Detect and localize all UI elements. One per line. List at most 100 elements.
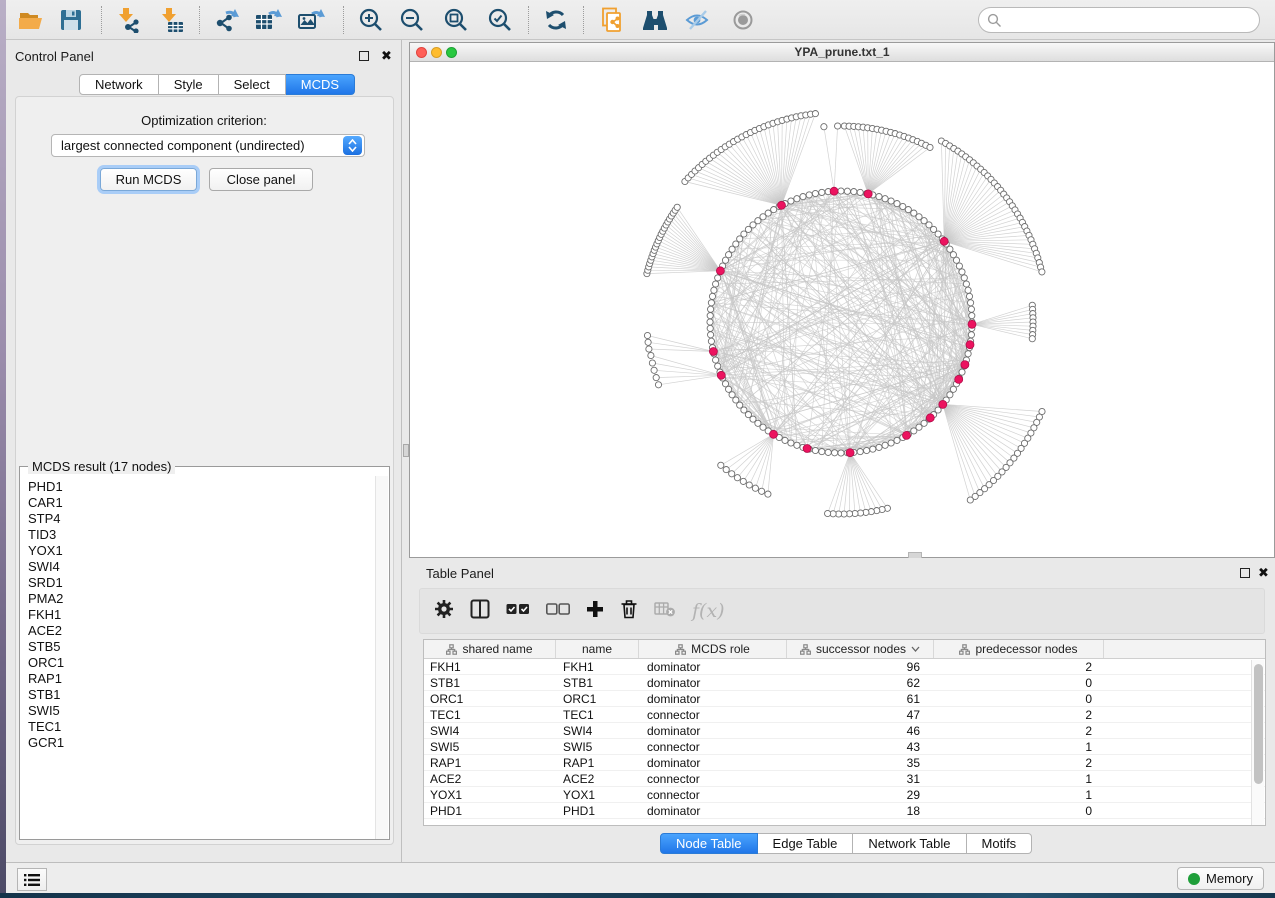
show-columns-icon[interactable]	[470, 599, 490, 624]
column-type-icon	[959, 644, 970, 655]
close-panel-icon[interactable]: ✖	[381, 51, 392, 61]
float-panel-icon[interactable]	[359, 51, 369, 61]
table-close-icon[interactable]: ✖	[1258, 568, 1269, 578]
mcds-result-item[interactable]: SWI4	[28, 559, 376, 575]
close-panel-button[interactable]: Close panel	[209, 168, 313, 191]
window-maximize-icon[interactable]	[446, 47, 457, 58]
table-row[interactable]: YOX1YOX1connector291	[424, 787, 1265, 803]
tab-network-table[interactable]: Network Table	[853, 833, 966, 854]
table-cell: 46	[787, 723, 934, 738]
table-row[interactable]: TEC1TEC1connector472	[424, 707, 1265, 723]
mcds-result-item[interactable]: STB1	[28, 687, 376, 703]
tab-style[interactable]: Style	[159, 74, 219, 95]
network-graph[interactable]	[410, 62, 1274, 557]
tab-mcds[interactable]: MCDS	[286, 74, 355, 95]
export-image-icon[interactable]	[293, 3, 329, 37]
open-file-icon[interactable]	[13, 3, 49, 37]
table-cell: 2	[934, 723, 1104, 738]
task-history-button[interactable]	[17, 868, 47, 891]
mcds-result-item[interactable]: TEC1	[28, 719, 376, 735]
tab-motifs[interactable]: Motifs	[967, 833, 1033, 854]
table-row[interactable]: ORC1ORC1dominator610	[424, 691, 1265, 707]
mcds-result-scrollbar[interactable]	[375, 476, 388, 839]
mcds-result-list[interactable]: PHD1CAR1STP4TID3YOX1SWI4SRD1PMA2FKH1ACE2…	[21, 476, 376, 839]
table-cell: 2	[934, 659, 1104, 674]
show-hidden-icon[interactable]	[725, 3, 761, 37]
scrollbar-thumb[interactable]	[1254, 664, 1263, 784]
hide-selection-icon[interactable]	[680, 3, 716, 37]
import-table-icon[interactable]	[153, 3, 189, 37]
network-canvas[interactable]	[410, 62, 1274, 557]
table-cell: 18	[787, 803, 934, 818]
mcds-result-item[interactable]: ACE2	[28, 623, 376, 639]
mcds-result-item[interactable]: SRD1	[28, 575, 376, 591]
table-row[interactable]: SWI5SWI5connector431	[424, 739, 1265, 755]
export-table-icon[interactable]	[250, 3, 286, 37]
create-column-icon[interactable]	[586, 600, 604, 623]
memory-button[interactable]: Memory	[1177, 867, 1264, 890]
table-cell: PHD1	[556, 803, 639, 818]
mcds-result-item[interactable]: TID3	[28, 527, 376, 543]
table-row[interactable]: PHD1PHD1dominator180	[424, 803, 1265, 819]
mcds-result-item[interactable]: PMA2	[28, 591, 376, 607]
zoom-in-icon[interactable]	[353, 3, 389, 37]
find-icon[interactable]	[638, 3, 674, 37]
node-table-scrollbar[interactable]	[1251, 660, 1264, 825]
column-header-name[interactable]: name	[556, 640, 639, 658]
table-cell: SWI4	[556, 723, 639, 738]
tab-network[interactable]: Network	[79, 74, 159, 95]
window-close-icon[interactable]	[416, 47, 427, 58]
table-cell: dominator	[639, 659, 787, 674]
network-window-titlebar[interactable]: YPA_prune.txt_1	[410, 43, 1274, 62]
mcds-result-item[interactable]: RAP1	[28, 671, 376, 687]
toolbar-separator	[101, 6, 102, 34]
mcds-result-item[interactable]: STB5	[28, 639, 376, 655]
window-minimize-icon[interactable]	[431, 47, 442, 58]
column-settings-icon[interactable]	[434, 599, 454, 624]
mcds-result-item[interactable]: STP4	[28, 511, 376, 527]
tab-edge-table[interactable]: Edge Table	[758, 833, 854, 854]
column-header-shared-name[interactable]: shared name	[424, 640, 556, 658]
table-cell: STB1	[424, 675, 556, 690]
function-builder-icon[interactable]: f(x)	[692, 600, 725, 622]
deselect-all-icon[interactable]	[546, 602, 570, 621]
delete-table-icon[interactable]	[654, 601, 676, 622]
mcds-result-item[interactable]: YOX1	[28, 543, 376, 559]
tab-select[interactable]: Select	[219, 74, 286, 95]
search-input[interactable]	[1002, 10, 1259, 30]
table-float-icon[interactable]	[1240, 568, 1250, 578]
column-header-predecessor-nodes[interactable]: predecessor nodes	[934, 640, 1104, 658]
mcds-result-item[interactable]: GCR1	[28, 735, 376, 751]
table-row[interactable]: RAP1RAP1dominator352	[424, 755, 1265, 771]
column-header-successor-nodes[interactable]: successor nodes	[787, 640, 934, 658]
table-row[interactable]: FKH1FKH1dominator962	[424, 659, 1265, 675]
table-cell: RAP1	[424, 755, 556, 770]
memory-label: Memory	[1206, 871, 1253, 886]
mcds-result-item[interactable]: PHD1	[28, 479, 376, 495]
select-all-icon[interactable]	[506, 602, 530, 621]
optimization-criterion-select[interactable]: largest connected component (undirected)	[51, 134, 365, 157]
mcds-result-item[interactable]: ORC1	[28, 655, 376, 671]
zoom-selected-icon[interactable]	[482, 3, 518, 37]
import-network-icon[interactable]	[110, 3, 146, 37]
table-cell: FKH1	[556, 659, 639, 674]
export-web-page-icon[interactable]	[594, 3, 630, 37]
export-network-icon[interactable]	[208, 3, 244, 37]
tab-node-table[interactable]: Node Table	[660, 833, 758, 854]
table-row[interactable]: SWI4SWI4dominator462	[424, 723, 1265, 739]
delete-column-icon[interactable]	[620, 599, 638, 624]
zoom-fit-icon[interactable]	[438, 3, 474, 37]
save-session-icon[interactable]	[53, 3, 89, 37]
column-header-mcds-role[interactable]: MCDS role	[639, 640, 787, 658]
search-field[interactable]	[978, 7, 1260, 33]
table-row[interactable]: ACE2ACE2connector311	[424, 771, 1265, 787]
zoom-out-icon[interactable]	[394, 3, 430, 37]
table-row[interactable]: STB1STB1dominator620	[424, 675, 1265, 691]
refresh-view-icon[interactable]	[538, 3, 574, 37]
table-cell: SWI5	[556, 739, 639, 754]
run-mcds-button[interactable]: Run MCDS	[100, 168, 197, 191]
mcds-result-item[interactable]: SWI5	[28, 703, 376, 719]
mcds-result-item[interactable]: CAR1	[28, 495, 376, 511]
mcds-result-item[interactable]: FKH1	[28, 607, 376, 623]
toolbar-separator	[528, 6, 529, 34]
